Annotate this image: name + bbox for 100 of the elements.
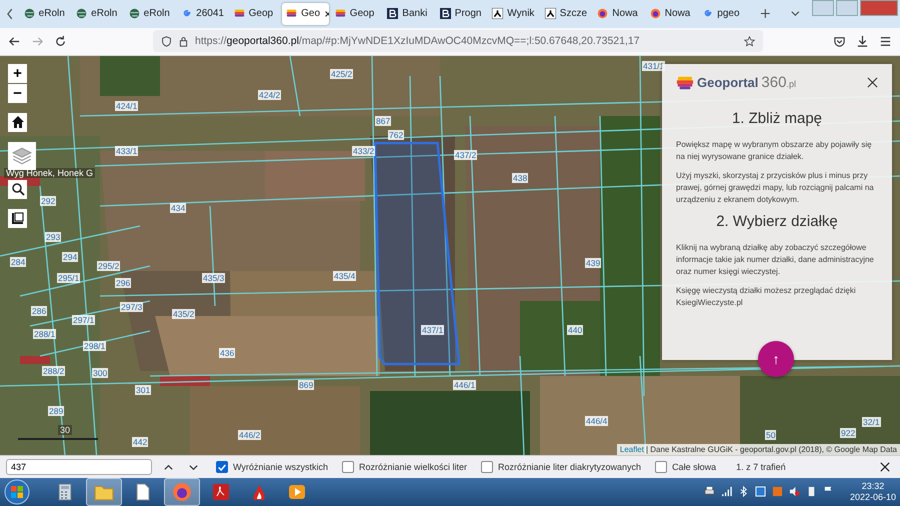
parcel-number[interactable]: 295/1	[57, 272, 80, 283]
parcel-number[interactable]: 292	[40, 196, 56, 206]
home-button[interactable]	[8, 112, 27, 132]
option-label[interactable]: Całe słowa	[672, 462, 716, 472]
menu-icon[interactable]	[879, 34, 892, 48]
browser-tab[interactable]: Szcze	[540, 2, 592, 25]
browser-tab[interactable]: Geop	[230, 2, 280, 25]
parcel-number[interactable]: 440	[567, 324, 584, 335]
parcel-number[interactable]: 301	[135, 384, 152, 395]
browser-tab[interactable]: 26041	[177, 2, 228, 25]
parcel-number[interactable]: 867	[375, 116, 392, 126]
new-tab-icon[interactable]	[760, 8, 770, 20]
checkbox[interactable]	[481, 461, 493, 473]
parcel-number[interactable]: 294	[62, 252, 78, 262]
parcel-number[interactable]: 762	[388, 130, 404, 140]
parcel-number[interactable]: 298/1	[83, 340, 106, 351]
address-field[interactable]: https://geoportal360.pl/map/#p:MjYwNDE1XzIuMDAwOC40MzcvMQ==;l:50.67648,20.73521,17	[153, 30, 763, 52]
globe-icon	[24, 8, 35, 20]
back-icon[interactable]	[8, 34, 21, 48]
browser-tab[interactable]: Nowa	[646, 2, 696, 25]
browser-tab[interactable]: eRoln	[20, 2, 70, 25]
browser-tab[interactable]: Geo	[282, 2, 329, 25]
speaker-muted-icon[interactable]	[788, 486, 800, 498]
parcel-number[interactable]: 446/4	[585, 416, 608, 426]
parcel-number[interactable]: 438	[512, 172, 528, 183]
document-icon	[134, 482, 152, 501]
reload-icon[interactable]	[54, 34, 67, 48]
parcel-number[interactable]: 50	[765, 430, 776, 440]
bookmark-star-icon[interactable]	[744, 36, 755, 47]
parcel-number[interactable]: 284	[10, 256, 26, 267]
parcel-number[interactable]: 437/1	[421, 324, 444, 335]
browser-tab[interactable]: Progn	[436, 2, 486, 25]
parcel-number[interactable]: 435/4	[333, 270, 356, 281]
parcel-number[interactable]: 435/2	[172, 308, 196, 319]
browser-tab[interactable]: Geop	[330, 2, 382, 25]
parcel-number[interactable]: 295/2	[97, 260, 120, 271]
parcel-number[interactable]: 288/2	[42, 366, 66, 376]
parcel-number[interactable]: 293	[45, 232, 62, 242]
parcel-number[interactable]: 296	[115, 278, 132, 288]
rainbow-logo-icon	[676, 74, 694, 92]
pocket-icon[interactable]	[833, 34, 846, 48]
clock[interactable]: 23:32 2022-06-10	[850, 480, 896, 503]
parcel-number[interactable]: 286	[31, 306, 48, 316]
pdf-icon	[212, 482, 230, 501]
parcel-number[interactable]: 300	[92, 368, 108, 378]
start-button[interactable]	[4, 478, 30, 505]
parcel-number[interactable]: 435/3	[202, 272, 226, 283]
parcel-number[interactable]: 424/1	[115, 100, 138, 111]
signal-bars-icon[interactable]	[720, 486, 732, 498]
checkbox[interactable]	[342, 461, 354, 473]
browser-tab[interactable]: eRoln	[124, 2, 176, 25]
taskbar-app[interactable]	[164, 478, 200, 506]
zoom-in-button[interactable]: +	[8, 64, 27, 83]
download-icon[interactable]	[856, 34, 869, 48]
parcel-number[interactable]: 869	[298, 380, 314, 390]
globe-icon	[76, 8, 88, 20]
find-field[interactable]: 437	[6, 459, 152, 475]
parcel-number[interactable]: 424/2	[258, 90, 282, 100]
browser-tab[interactable]: eRoln	[72, 2, 123, 25]
tab-scroll-left-icon[interactable]	[5, 6, 15, 21]
option-label[interactable]: Rozróżnianie wielkości liter	[358, 462, 467, 472]
measure-button[interactable]	[8, 208, 27, 228]
close-icon[interactable]	[880, 462, 890, 472]
parcel-number[interactable]: 446/1	[453, 380, 476, 390]
option-label[interactable]: Rozróżnianie liter diakrytyzowanych	[498, 462, 642, 472]
parcel-number[interactable]: 425/2	[330, 68, 354, 79]
bluetooth-icon[interactable]	[738, 486, 749, 498]
search-button[interactable]	[8, 180, 27, 199]
zoom-out-button[interactable]: −	[8, 84, 27, 103]
date: 2022-06-10	[850, 492, 896, 503]
browser-tab[interactable]: pgeo	[698, 2, 749, 25]
parcel-number[interactable]: 922	[840, 428, 856, 438]
b-logo-icon	[387, 8, 398, 20]
parcel-number[interactable]: 32/1	[862, 416, 881, 427]
parcel-number[interactable]: 434	[170, 202, 186, 213]
close-icon[interactable]	[867, 77, 878, 88]
parcel-number[interactable]: 437/2	[454, 150, 478, 160]
browser-tab[interactable]: Banki	[383, 2, 434, 25]
app-tray-icon[interactable]	[754, 486, 766, 498]
parcel-number[interactable]: 297/1	[72, 314, 96, 325]
parcel-number[interactable]: 436	[219, 348, 236, 358]
checkbox[interactable]	[216, 461, 228, 473]
parcel-number[interactable]: 288/1	[33, 328, 56, 339]
browser-tab[interactable]: Nowa	[593, 2, 644, 25]
printer-icon[interactable]	[704, 486, 715, 498]
square-icon	[10, 211, 24, 226]
parcel-number[interactable]: 446/2	[238, 430, 262, 440]
option-label[interactable]: Wyróżnianie wszystkich	[233, 462, 328, 472]
checkbox[interactable]	[655, 461, 668, 473]
leaflet-link[interactable]: Leaflet	[620, 445, 644, 454]
parcel-number[interactable]: 442	[132, 436, 148, 447]
window-controls[interactable]	[812, 0, 898, 16]
parcel-number[interactable]: 289	[48, 406, 64, 416]
browser-tab[interactable]: Wynik	[488, 2, 539, 25]
parcel-number[interactable]: 297/3	[120, 302, 144, 312]
figure-icon	[544, 8, 556, 20]
layers-button[interactable]	[8, 142, 36, 170]
parcel-number[interactable]: 433/1	[115, 146, 138, 156]
parcel-number[interactable]: 433/2	[352, 146, 376, 156]
parcel-number[interactable]: 439	[585, 258, 602, 268]
